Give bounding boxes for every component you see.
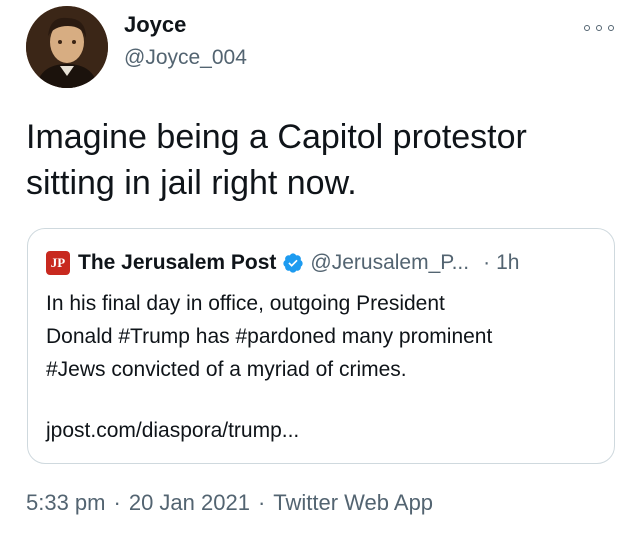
tweet-text: Imagine being a Capitol protestor sittin… [26,114,626,206]
tweet-date[interactable]: 20 Jan 2021 [129,490,250,515]
separator-dot: · [113,490,121,515]
more-options-icon[interactable] [584,20,614,36]
tweet-source[interactable]: Twitter Web App [273,490,433,515]
separator-dot: · [257,490,266,515]
author-name[interactable]: Joyce [124,12,186,38]
tweet-metadata: 5:33 pm · 20 Jan 2021 · Twitter Web App [26,490,433,516]
separator-dot: · [483,251,491,274]
author-avatar[interactable] [26,6,108,88]
more-dot [596,25,602,31]
quoted-text-line: Donald #Trump has #pardoned many promine… [46,325,493,348]
more-dot [608,25,614,31]
tweet-time[interactable]: 5:33 pm [26,490,106,515]
quoted-tweet-header: JP The Jerusalem Post @Jerusalem_P... · … [46,249,519,277]
quoted-timestamp[interactable]: 1h [496,251,519,275]
author-handle[interactable]: @Joyce_004 [124,46,247,70]
portrait-avatar-icon [26,6,108,88]
quoted-author-handle[interactable]: @Jerusalem_P... [310,251,469,275]
verified-badge-icon [282,252,304,274]
tweet-text-line: Imagine being a Capitol protestor [26,118,527,156]
quoted-text-line: In his final day in office, outgoing Pre… [46,292,445,315]
quoted-text-line: #Jews convicted of a myriad of crimes. [46,358,407,381]
jpost-logo-icon[interactable]: JP [46,251,70,275]
quoted-tweet-text: In his final day in office, outgoing Pre… [46,287,601,386]
quoted-tweet-card[interactable]: JP The Jerusalem Post @Jerusalem_P... · … [27,228,615,464]
tweet-text-line: sitting in jail right now. [26,164,357,202]
more-dot [584,25,590,31]
quoted-author-name[interactable]: The Jerusalem Post [78,251,276,275]
quoted-link[interactable]: jpost.com/diaspora/trump... [46,419,299,443]
